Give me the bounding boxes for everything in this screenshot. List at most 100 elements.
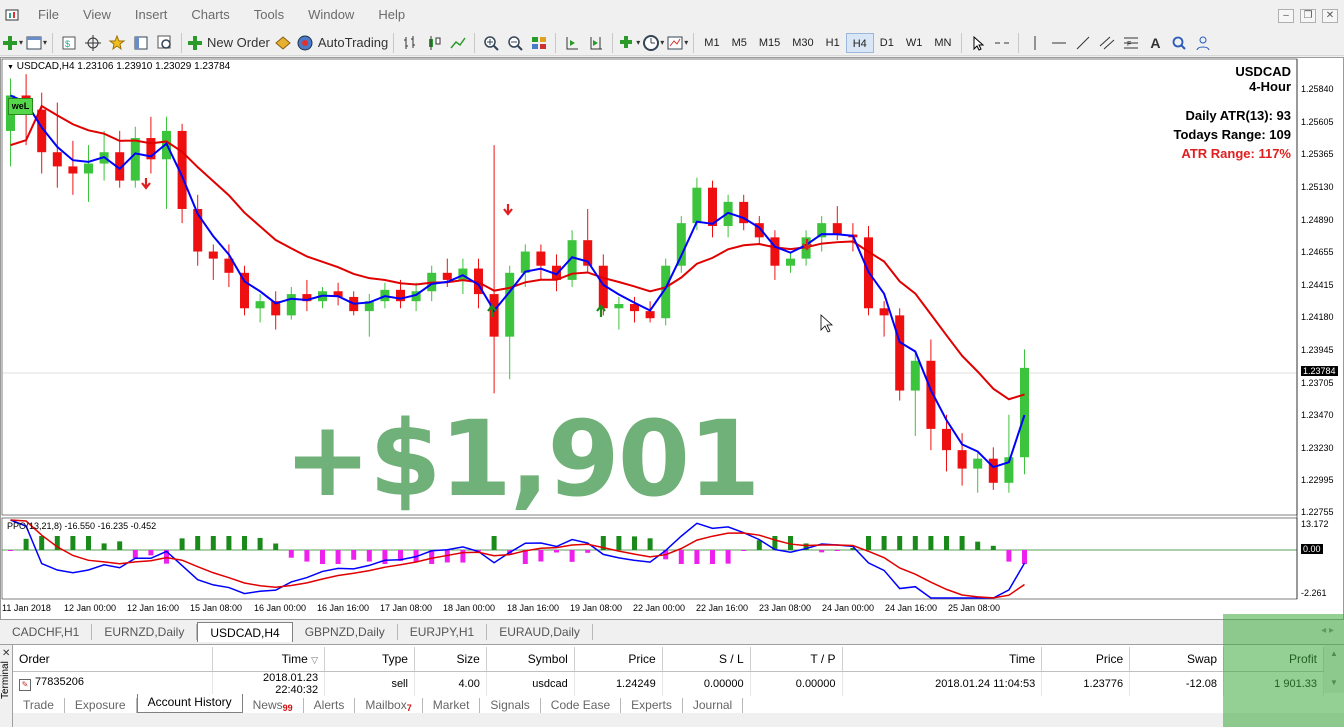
tile-icon [532,36,547,49]
minimize-button[interactable]: – [1278,9,1294,23]
fibonacci-button[interactable]: F [1120,32,1142,54]
indicators-button[interactable]: ▾ [618,32,640,54]
menu-help[interactable]: Help [366,0,417,30]
menu-charts[interactable]: Charts [179,0,241,30]
column-header-size[interactable]: Size [414,647,487,672]
menu-file[interactable]: File [26,0,71,30]
timeframe-mn[interactable]: MN [928,33,957,53]
oscillator-histogram-bar [39,536,45,550]
terminal-scrollbar[interactable]: ▲ ▼ [1324,645,1344,693]
horizontal-line-button[interactable] [1048,32,1070,54]
restore-button[interactable]: ❐ [1300,9,1316,23]
oscillator-histogram-bar [710,550,715,564]
chart-window[interactable]: ▼ USDCAD,H4 1.23106 1.23910 1.23029 1.23… [0,57,1344,620]
table-row[interactable]: ✎ 77835206 2018.01.23 22:40:32 sell 4.00 … [13,671,1324,696]
zoom-in-button[interactable] [480,32,502,54]
vertical-line-button[interactable] [1024,32,1046,54]
terminal-tab-trade[interactable]: Trade [13,698,65,713]
new-order-button[interactable]: New Order [187,32,270,54]
templates-button[interactable]: ▾ [666,32,688,54]
timeframe-m5[interactable]: M5 [726,33,753,53]
column-header-sl[interactable]: S / L [662,647,751,672]
profiles-button[interactable]: ▾ [25,32,47,54]
menu-tools[interactable]: Tools [242,0,296,30]
timeframe-m30[interactable]: M30 [786,33,819,53]
terminal-tab-market[interactable]: Market [423,698,481,713]
timeframe-w1[interactable]: W1 [900,33,929,53]
timeframe-h4[interactable]: H4 [845,32,874,53]
timeframe-m1[interactable]: M1 [698,33,725,53]
autoscroll-button[interactable] [585,32,607,54]
trendline-button[interactable] [1072,32,1094,54]
menu-window[interactable]: Window [296,0,366,30]
chart-shift-button[interactable] [561,32,583,54]
column-header-symbol[interactable]: Symbol [486,647,575,672]
terminal-tab-journal[interactable]: Journal [683,698,744,713]
chart-tab-eurnzd[interactable]: EURNZD,Daily [92,624,198,640]
crosshair-button[interactable] [82,32,104,54]
column-header-time[interactable]: Time ▽ [212,647,326,672]
text-tool-button[interactable]: A [1144,32,1166,54]
terminal-close-icon[interactable]: ✕ [2,648,10,659]
search-button[interactable] [1168,32,1190,54]
candle-chart-button[interactable] [423,32,445,54]
terminal-button[interactable] [130,32,152,54]
crosshair-tool-button[interactable] [991,32,1013,54]
navigator-button[interactable] [106,32,128,54]
chart-tab-euraud[interactable]: EURAUD,Daily [487,624,593,640]
scroll-up-icon[interactable]: ▲ [1324,649,1344,658]
terminal-tab-account-history[interactable]: Account History [136,694,243,713]
terminal-tab-alerts[interactable]: Alerts [304,698,356,713]
column-header-price[interactable]: Price [574,647,663,672]
tester-button[interactable] [154,32,176,54]
column-header-type[interactable]: Type [324,647,415,672]
column-header-profit[interactable]: Profit [1223,647,1324,672]
terminal-tab-mailbox[interactable]: Mailbox7 [355,698,423,713]
terminal-tab-code-base[interactable]: Code Ease [541,698,622,713]
cursor-tool-button[interactable] [967,32,989,54]
column-header-close-price[interactable]: Price [1041,647,1131,672]
menu-view[interactable]: View [71,0,123,30]
column-header-swap[interactable]: Swap [1129,647,1225,672]
terminal-tab-signals[interactable]: Signals [480,698,541,713]
oscillator-histogram-bar [1022,550,1027,564]
column-header-close-time[interactable]: Time [842,647,1043,672]
column-header-order[interactable]: Order [13,647,214,672]
market-watch-button[interactable]: $ [58,32,80,54]
periods-button[interactable]: ▾ [642,32,664,54]
column-header-tp[interactable]: T / P [750,647,843,672]
menu-insert[interactable]: Insert [123,0,180,30]
timeframe-m15[interactable]: M15 [753,33,786,53]
channel-button[interactable] [1096,32,1118,54]
terminal-tab-news[interactable]: News99 [243,698,304,713]
chart-tab-cadchf[interactable]: CADCHF,H1 [0,624,93,640]
cell-sl: 0.00000 [662,671,751,696]
zoom-out-button[interactable] [504,32,526,54]
bar-chart-button[interactable] [399,32,421,54]
terminal-tab-exposure[interactable]: Exposure [65,698,137,713]
metaeditor-button[interactable] [272,32,294,54]
close-button[interactable]: ✕ [1322,9,1338,23]
timeframe-h1[interactable]: H1 [820,33,846,53]
scroll-down-icon[interactable]: ▼ [1324,678,1344,687]
chart-tab-usdcad[interactable]: USDCAD,H4 [197,622,293,642]
oscillator-histogram-bar [944,536,949,550]
terminal-tab-experts[interactable]: Experts [621,698,683,713]
chart-tab-gbpnzd[interactable]: GBPNZD,Daily [293,624,398,640]
text-tool-icon: A [1150,34,1161,51]
line-chart-button[interactable] [447,32,469,54]
table-header-row: Order Time ▽ Type Size Symbol Price S / … [13,647,1324,672]
info-atr-range: ATR Range: 117% [1181,146,1291,161]
tile-windows-button[interactable] [528,32,550,54]
autotrading-button[interactable]: AutoTrading [296,32,388,54]
zoom-out-icon [508,35,523,51]
diamond-icon [275,35,291,50]
chart-tab-eurjpy[interactable]: EURJPY,H1 [398,624,488,640]
price-scale-label: 1.24655 [1301,247,1334,257]
oscillator-histogram-bar [382,550,388,564]
tab-scroll-arrows[interactable]: ◂ ▸ [1321,625,1334,636]
profile-button[interactable] [1192,32,1214,54]
candlestick-chart[interactable] [1,58,1343,619]
new-chart-button[interactable]: ▾ [1,32,23,54]
timeframe-d1[interactable]: D1 [874,33,900,53]
